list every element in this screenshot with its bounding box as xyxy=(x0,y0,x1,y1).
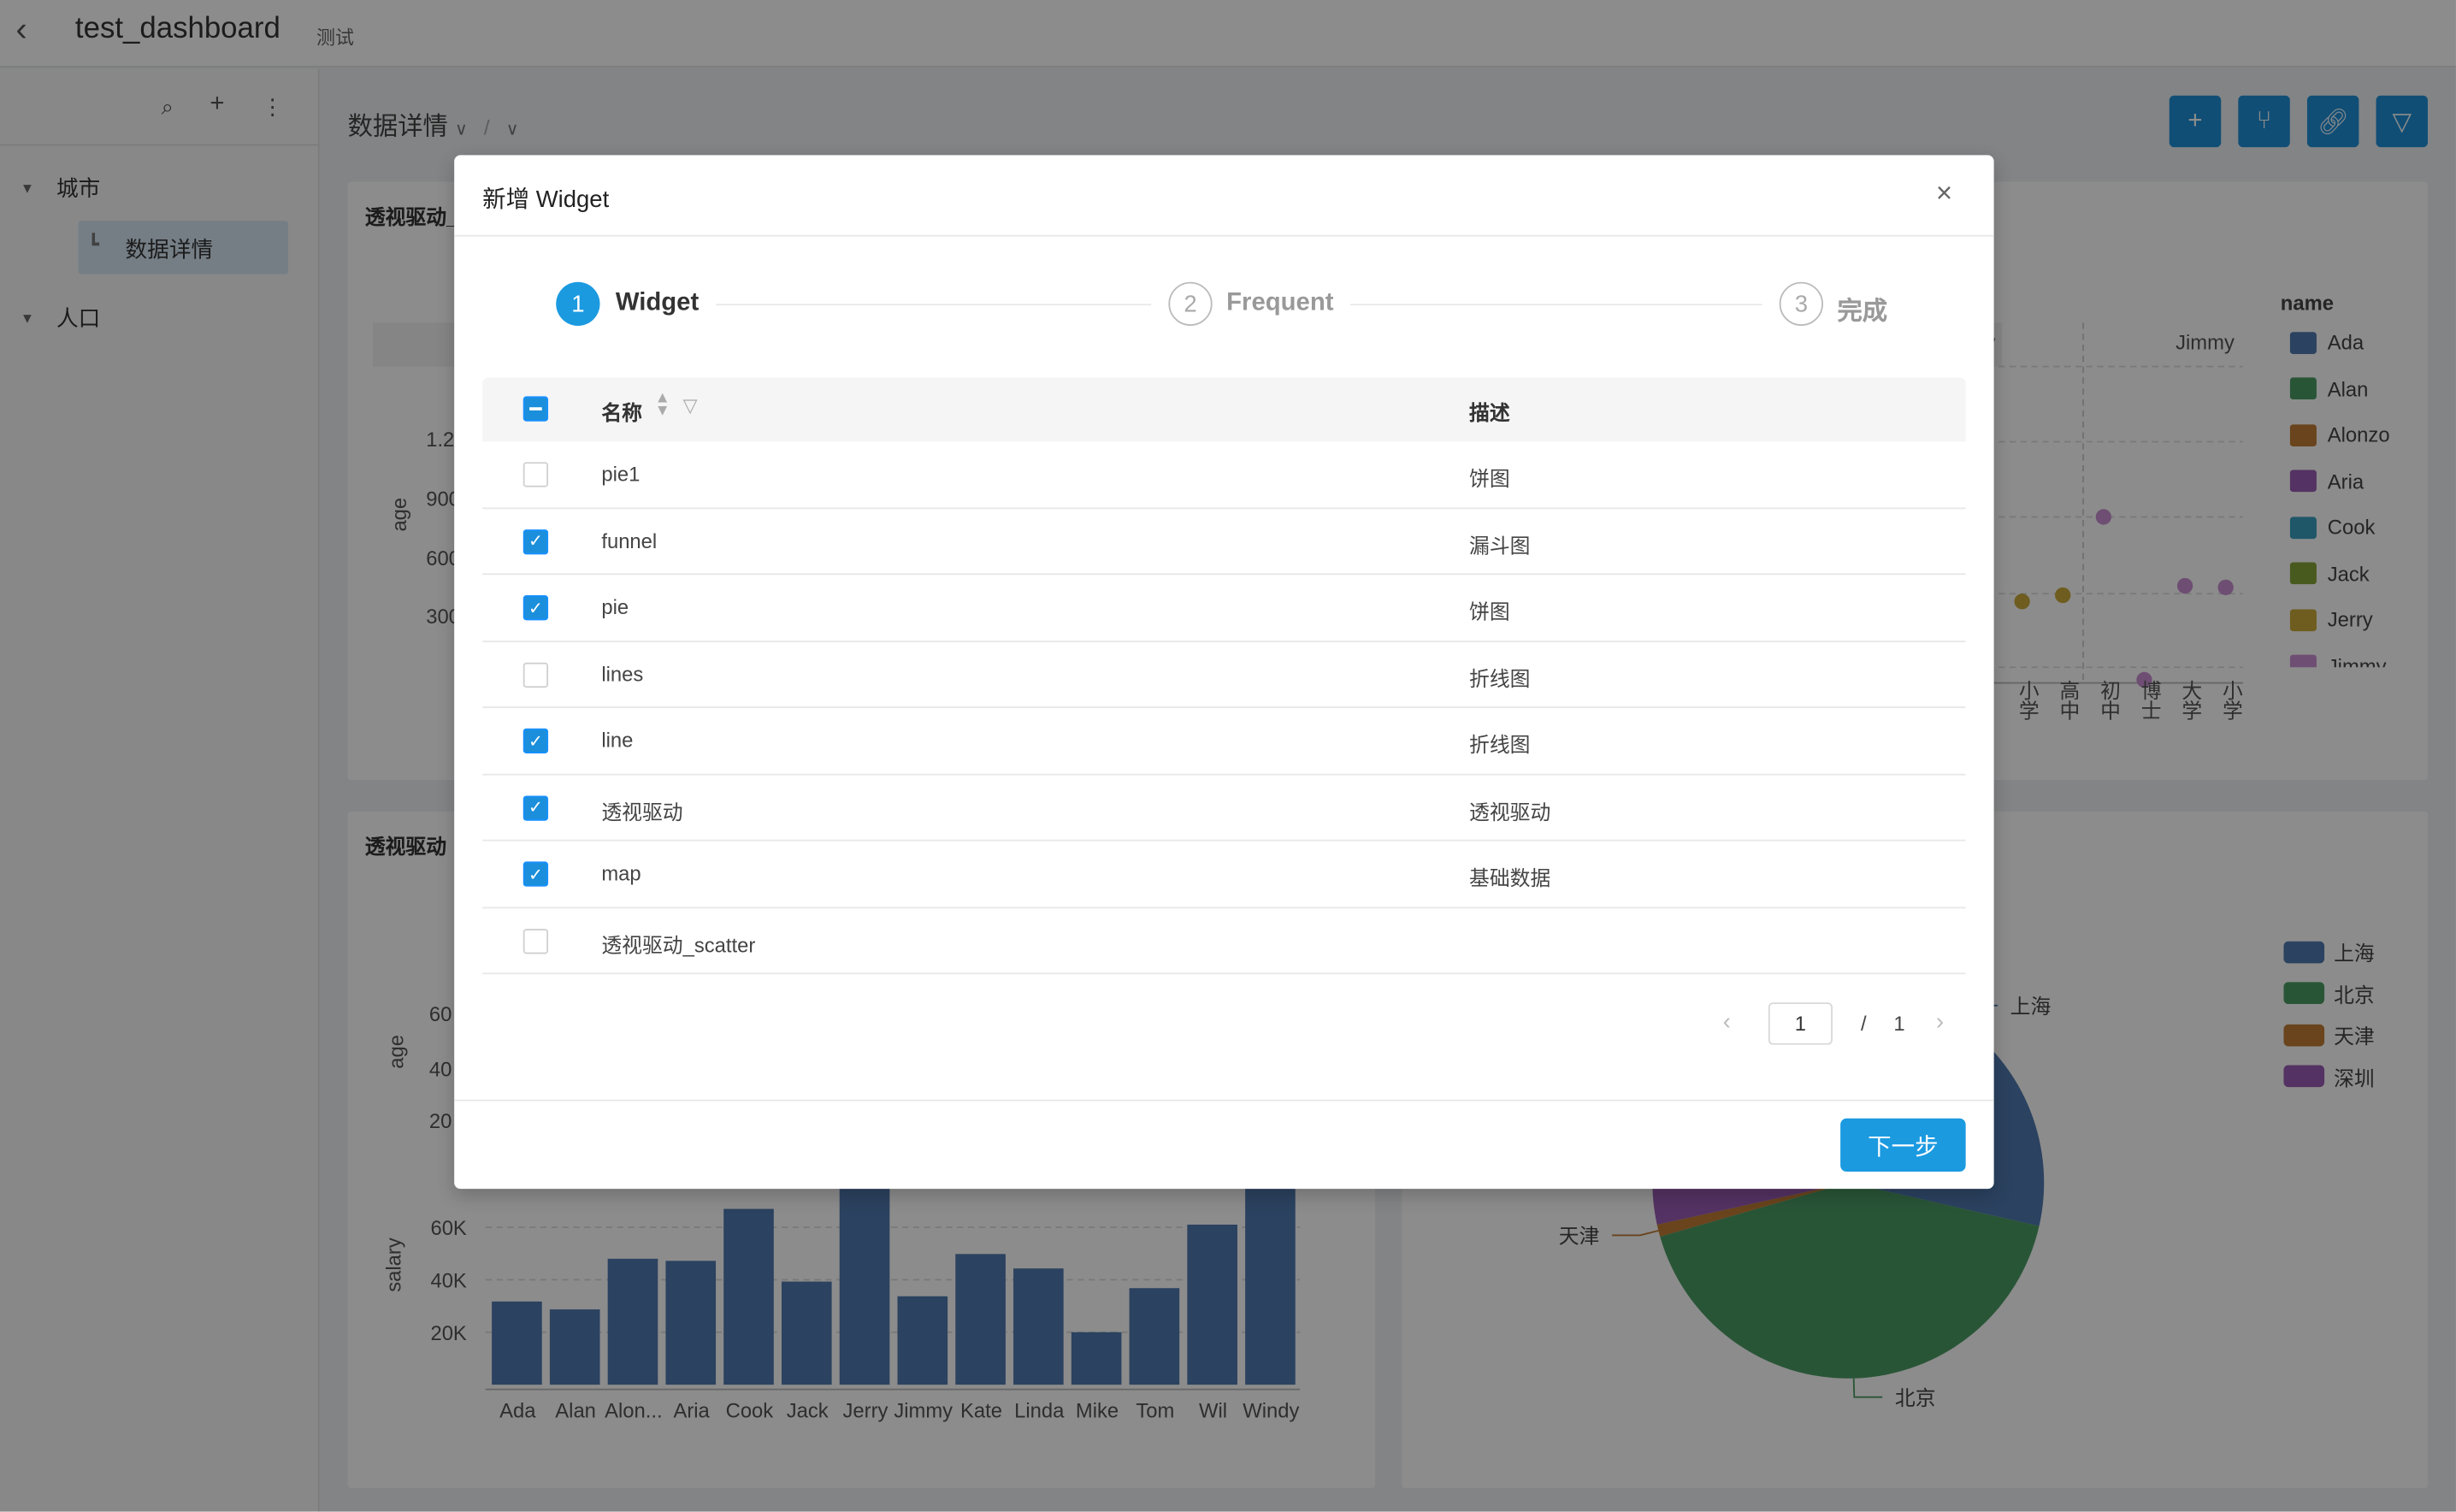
table-row[interactable]: ✓ funnel 漏斗图 xyxy=(482,508,1966,576)
add-widget-modal: 新增 Widget × 1 Widget 2 Frequent 3 完成 名称 … xyxy=(454,155,1994,1190)
row-checkbox[interactable]: ✓ xyxy=(522,529,549,554)
step-2-circle: 2 xyxy=(1168,281,1213,326)
step-1-label: Widget xyxy=(615,289,700,316)
row-checkbox[interactable]: ✓ xyxy=(522,861,549,887)
row-desc: 饼图 xyxy=(1469,599,1510,623)
step-2-label: Frequent xyxy=(1226,289,1334,316)
table-row[interactable]: pie1 饼图 xyxy=(482,442,1966,509)
step-connector xyxy=(1349,304,1762,306)
row-name: line xyxy=(601,728,634,753)
row-desc: 饼图 xyxy=(1469,466,1510,491)
table-row[interactable]: ✓ 透视驱动 透视驱动 xyxy=(482,775,1966,842)
column-header-name[interactable]: 名称 xyxy=(601,396,642,426)
row-name: lines xyxy=(601,661,644,686)
step-3-label: 完成 xyxy=(1837,298,1888,326)
row-checkbox[interactable]: ✓ xyxy=(522,595,549,621)
row-checkbox[interactable]: ✓ xyxy=(522,794,549,820)
row-desc: 漏斗图 xyxy=(1469,533,1531,558)
next-page-button[interactable]: › xyxy=(1936,1009,1944,1036)
page-total: 1 xyxy=(1893,1012,1905,1036)
divider xyxy=(454,1099,1994,1102)
sort-icon[interactable]: ▲ ▼ xyxy=(655,391,670,419)
divider xyxy=(454,234,1994,237)
row-name: pie1 xyxy=(601,462,641,486)
modal-title: 新增 Widget xyxy=(482,186,610,214)
page-input[interactable]: 1 xyxy=(1768,1002,1833,1045)
close-icon[interactable]: × xyxy=(1936,177,1952,210)
row-checkbox[interactable] xyxy=(522,928,549,954)
table-row[interactable]: ✓ pie 饼图 xyxy=(482,575,1966,642)
row-checkbox[interactable] xyxy=(522,661,549,688)
row-desc: 折线图 xyxy=(1469,666,1531,690)
table-row[interactable]: 透视驱动_scatter xyxy=(482,907,1966,975)
select-all-checkbox[interactable] xyxy=(522,396,549,422)
row-name: 透视驱动_scatter xyxy=(601,932,756,957)
row-name: 透视驱动 xyxy=(601,800,683,824)
dashboard-page: ‹ test_dashboard 测试 ⌕ + ⋮ ▼ 城市 ┗ 数据详情 ▼ … xyxy=(0,0,2456,1512)
row-checkbox[interactable]: ✓ xyxy=(522,728,549,753)
column-header-desc: 描述 xyxy=(1469,400,1510,425)
table-row[interactable]: ✓ line 折线图 xyxy=(482,708,1966,775)
page-separator: / xyxy=(1860,1012,1867,1036)
row-name: funnel xyxy=(601,529,658,552)
row-name: map xyxy=(601,861,641,885)
row-name: pie xyxy=(601,595,629,619)
filter-icon[interactable]: ▽ xyxy=(683,395,698,417)
step-connector xyxy=(716,304,1152,306)
row-checkbox[interactable] xyxy=(522,462,549,487)
table-row[interactable]: lines 折线图 xyxy=(482,641,1966,708)
row-desc: 透视驱动 xyxy=(1469,800,1551,824)
prev-page-button[interactable]: ‹ xyxy=(1723,1009,1731,1036)
next-step-button[interactable]: 下一步 xyxy=(1840,1118,1966,1172)
table-row[interactable]: ✓ map 基础数据 xyxy=(482,842,1966,908)
step-3-circle: 3 xyxy=(1779,281,1823,326)
row-desc: 基础数据 xyxy=(1469,865,1551,890)
table-header: 名称 ▲ ▼ ▽ 描述 xyxy=(482,377,1966,442)
row-desc: 折线图 xyxy=(1469,733,1531,757)
step-1-circle: 1 xyxy=(556,281,600,326)
